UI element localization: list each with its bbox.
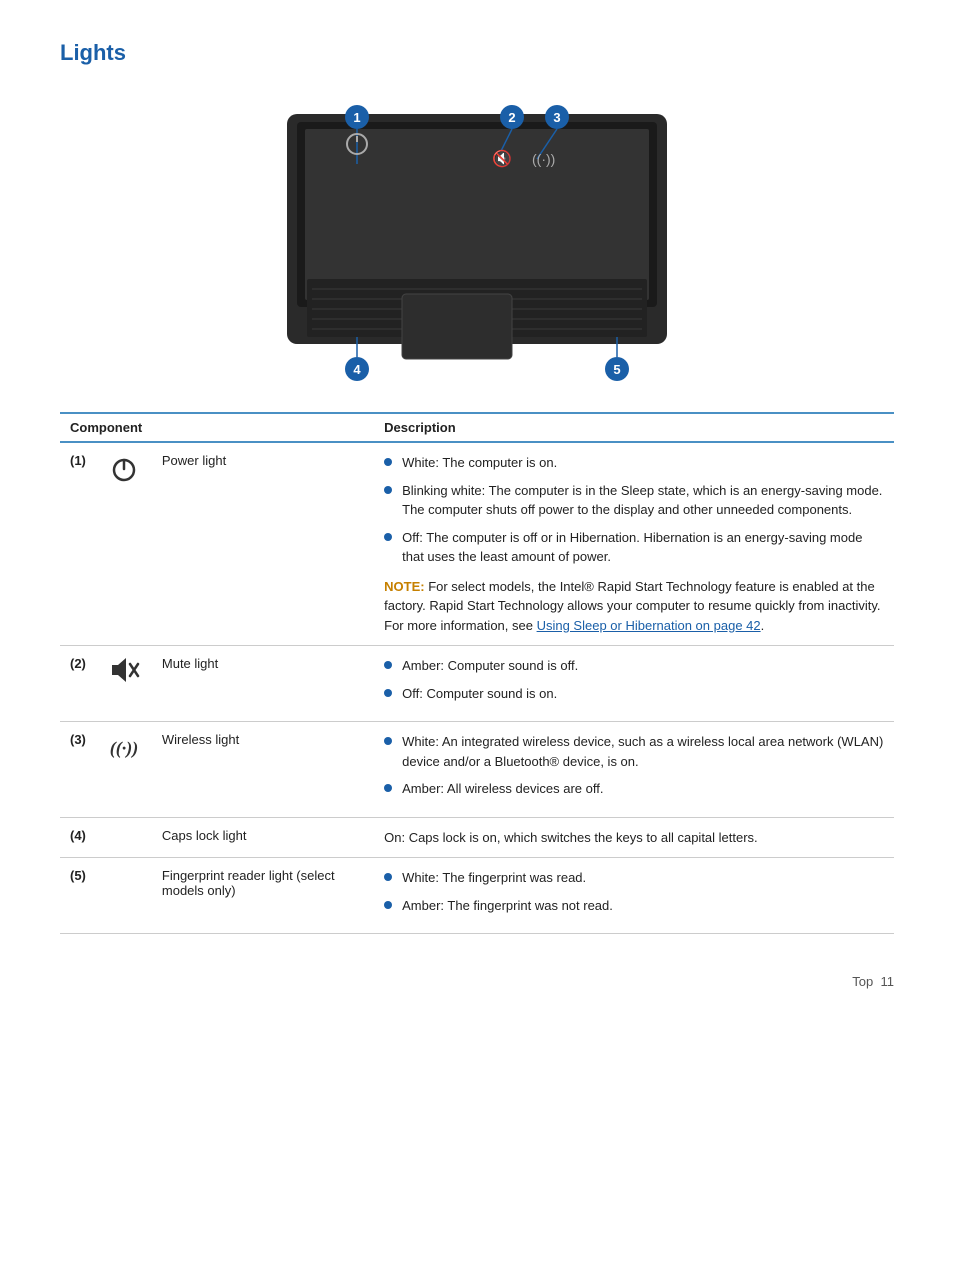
component-description: Amber: Computer sound is off. Off: Comput… — [374, 646, 894, 722]
list-item: White: The computer is on. — [384, 453, 884, 473]
component-name: Wireless light — [152, 722, 374, 818]
component-icon — [96, 858, 152, 934]
component-icon — [96, 442, 152, 646]
bullet-text: Amber: The fingerprint was not read. — [402, 896, 613, 916]
bullet-dot — [384, 533, 392, 541]
plain-description: On: Caps lock is on, which switches the … — [384, 828, 884, 848]
component-icon — [96, 646, 152, 722]
list-item: Blinking white: The computer is in the S… — [384, 481, 884, 520]
table-row: (3) ((·)) Wireless light White: An integr… — [60, 722, 894, 818]
list-item: Amber: Computer sound is off. — [384, 656, 884, 676]
component-description: White: The computer is on. Blinking white… — [374, 442, 894, 646]
table-row: (4) Caps lock light On: Caps lock is on, w… — [60, 817, 894, 858]
component-number: (1) — [60, 442, 96, 646]
svg-text:((·)): ((·)) — [532, 151, 555, 167]
bullet-text: White: The computer is on. — [402, 453, 557, 473]
power-icon — [108, 453, 140, 485]
list-item: White: An integrated wireless device, su… — [384, 732, 884, 771]
col1-header: Component — [60, 413, 374, 442]
laptop-image: 1 2 3 4 5 🔇 — [60, 84, 894, 394]
table-row: (2) Mute lightAmber: Computer sound is o… — [60, 646, 894, 722]
wireless-icon: ((·)) — [106, 732, 142, 760]
col2-header: Description — [374, 413, 894, 442]
bullet-dot — [384, 661, 392, 669]
svg-text:2: 2 — [508, 110, 515, 125]
bullet-dot — [384, 784, 392, 792]
component-description: White: An integrated wireless device, su… — [374, 722, 894, 818]
svg-text:4: 4 — [353, 362, 361, 377]
component-number: (5) — [60, 858, 96, 934]
bullet-dot — [384, 486, 392, 494]
list-item: Off: Computer sound is on. — [384, 684, 884, 704]
note-link[interactable]: Using Sleep or Hibernation on page 42 — [537, 618, 761, 633]
component-name: Power light — [152, 442, 374, 646]
component-name: Mute light — [152, 646, 374, 722]
page-footer: Top 11 — [60, 974, 894, 989]
bullet-dot — [384, 689, 392, 697]
page-title: Lights — [60, 40, 894, 66]
footer-page-number: 11 — [881, 974, 895, 989]
component-number: (2) — [60, 646, 96, 722]
bullet-dot — [384, 901, 392, 909]
svg-text:🔇: 🔇 — [492, 149, 512, 168]
bullet-text: White: An integrated wireless device, su… — [402, 732, 884, 771]
component-description: On: Caps lock is on, which switches the … — [374, 817, 894, 858]
bullet-text: Off: The computer is off or in Hibernati… — [402, 528, 884, 567]
svg-text:((·)): ((·)) — [110, 738, 138, 759]
bullet-text: White: The fingerprint was read. — [402, 868, 586, 888]
list-item: Amber: All wireless devices are off. — [384, 779, 884, 799]
footer-label: Top — [852, 974, 873, 989]
bullet-text: Blinking white: The computer is in the S… — [402, 481, 884, 520]
bullet-dot — [384, 458, 392, 466]
component-icon: ((·)) — [96, 722, 152, 818]
svg-text:1: 1 — [353, 110, 360, 125]
svg-text:3: 3 — [553, 110, 560, 125]
list-item: Off: The computer is off or in Hibernati… — [384, 528, 884, 567]
component-name: Caps lock light — [152, 817, 374, 858]
component-table: Component Description (1) Power lightWhi… — [60, 412, 894, 934]
bullet-text: Amber: All wireless devices are off. — [402, 779, 603, 799]
svg-text:5: 5 — [613, 362, 620, 377]
component-icon — [96, 817, 152, 858]
bullet-text: Off: Computer sound is on. — [402, 684, 557, 704]
note-label: NOTE: — [384, 579, 424, 594]
list-item: White: The fingerprint was read. — [384, 868, 884, 888]
component-description: White: The fingerprint was read. Amber: T… — [374, 858, 894, 934]
bullet-dot — [384, 737, 392, 745]
component-name: Fingerprint reader light (select models … — [152, 858, 374, 934]
list-item: Amber: The fingerprint was not read. — [384, 896, 884, 916]
component-number: (3) — [60, 722, 96, 818]
table-row: (5) Fingerprint reader light (select mode… — [60, 858, 894, 934]
bullet-text: Amber: Computer sound is off. — [402, 656, 578, 676]
mute-icon — [108, 656, 140, 684]
bullet-dot — [384, 873, 392, 881]
table-row: (1) Power lightWhite: The computer is on… — [60, 442, 894, 646]
note-block: NOTE: For select models, the Intel® Rapi… — [384, 577, 884, 636]
component-number: (4) — [60, 817, 96, 858]
